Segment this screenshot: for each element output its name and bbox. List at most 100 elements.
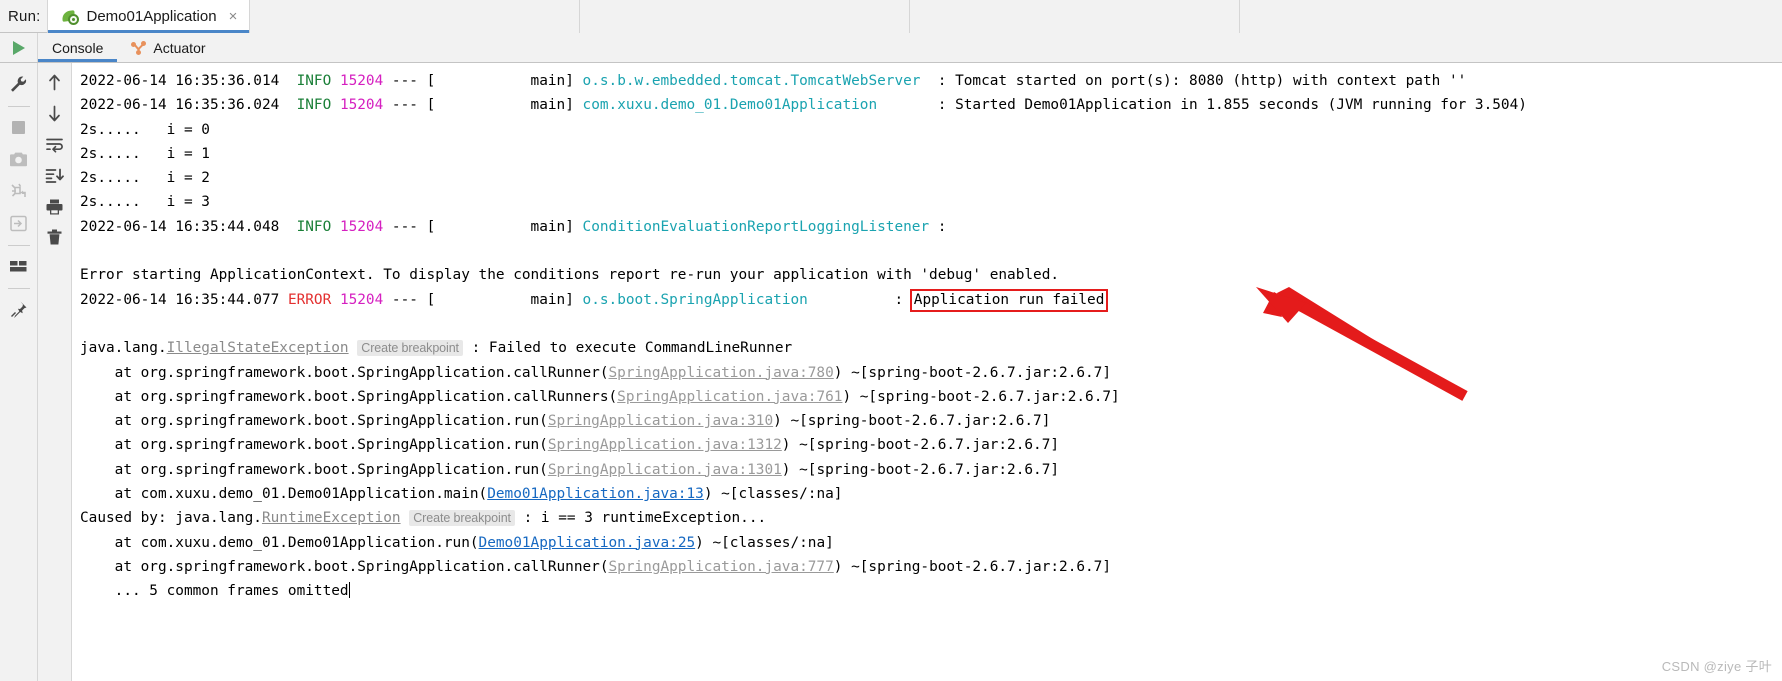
console-text: o.s.b.w.embedded.tomcat.TomcatWebServer: [582, 73, 921, 89]
highlighted-error-message: Application run failed: [909, 288, 1109, 312]
console-text: : Tomcat started on port(s): 8080 (http)…: [920, 73, 1467, 89]
print-icon[interactable]: [41, 191, 69, 222]
console-text: ) ~[spring-boot-2.6.7.jar:2.6.7]: [781, 437, 1060, 454]
sub-tab-list: Console Actuator: [38, 33, 220, 62]
console-text: at org.springframework.boot.SpringApplic…: [80, 437, 548, 454]
console-text: 15204: [339, 97, 384, 114]
console-text: 15204: [339, 291, 384, 308]
stack-trace-link[interactable]: SpringApplication.java:1312: [548, 437, 782, 453]
console-line: 2s..... i = 2: [80, 166, 1782, 190]
stop-icon: [4, 112, 34, 142]
stack-trace-link[interactable]: SpringApplication.java:310: [548, 413, 773, 429]
console-text: :: [929, 218, 947, 235]
console-text: Error starting ApplicationContext. To di…: [80, 267, 1060, 284]
stack-trace-link[interactable]: SpringApplication.java:761: [617, 389, 842, 405]
exception-class-link[interactable]: IllegalStateException: [167, 340, 349, 356]
console-text: 15204: [339, 218, 384, 235]
play-icon: [12, 40, 25, 55]
scroll-end-icon[interactable]: [41, 160, 69, 191]
console-text: at com.xuxu.demo_01.Demo01Application.ma…: [80, 486, 488, 503]
console-output[interactable]: 2022-06-14 16:35:36.014 INFO 15204 --- […: [72, 63, 1782, 681]
console-text: 2s..... i = 0: [80, 121, 210, 138]
console-text: INFO: [296, 73, 332, 89]
console-line: at com.xuxu.demo_01.Demo01Application.ma…: [80, 482, 1782, 506]
stack-trace-link[interactable]: SpringApplication.java:777: [609, 559, 834, 575]
console-text: --- [ main]: [383, 73, 583, 89]
console-text: at org.springframework.boot.SpringApplic…: [80, 413, 548, 430]
console-text: 2s..... i = 1: [80, 145, 210, 162]
down-arrow-icon[interactable]: [41, 98, 69, 129]
close-icon[interactable]: ×: [227, 9, 240, 24]
layout-icon[interactable]: [4, 251, 34, 281]
soft-wrap-icon[interactable]: [41, 129, 69, 160]
console-text: : i == 3 runtimeException...: [514, 510, 767, 527]
wrench-icon[interactable]: [4, 69, 34, 99]
run-tab-bar-slot: [580, 0, 911, 33]
console-text: o.s.boot.SpringApplication: [582, 291, 808, 308]
tab-console[interactable]: Console: [38, 33, 118, 62]
console-line: [80, 239, 1782, 263]
console-line: at org.springframework.boot.SpringApplic…: [80, 385, 1782, 409]
console-text: java.lang.: [80, 340, 167, 357]
exception-class-link[interactable]: RuntimeException: [262, 510, 401, 526]
console-text: --- [ main]: [383, 218, 583, 235]
console-text: ) ~[classes/:na]: [695, 534, 834, 551]
toolbar-divider: [7, 245, 30, 246]
console-line: ... 5 common frames omitted: [80, 579, 1782, 603]
stack-trace-link[interactable]: Demo01Application.java:13: [487, 486, 704, 502]
console-text: : Started Demo01Application in 1.855 sec…: [877, 97, 1527, 114]
console-text: INFO: [296, 97, 332, 114]
create-breakpoint-hint[interactable]: Create breakpoint: [409, 510, 515, 527]
run-tab-bar-slot: [1240, 0, 1782, 33]
stack-trace-link[interactable]: Demo01Application.java:25: [479, 535, 696, 551]
trash-icon[interactable]: [41, 222, 69, 253]
console-text: 2022-06-14 16:35:36.014: [80, 73, 297, 89]
console-line: at com.xuxu.demo_01.Demo01Application.ru…: [80, 531, 1782, 555]
console-line: java.lang.IllegalStateException Create b…: [80, 336, 1782, 360]
create-breakpoint-hint[interactable]: Create breakpoint: [357, 340, 463, 357]
console-line: at org.springframework.boot.SpringApplic…: [80, 409, 1782, 433]
console-tab-bar: Console Actuator: [0, 33, 1782, 63]
console-text: 2s..... i = 3: [80, 194, 210, 211]
console-text: ... 5 common frames omitted: [80, 583, 349, 600]
console-text: :: [807, 291, 912, 308]
console-text: 2022-06-14 16:35:36.024: [80, 97, 297, 114]
stack-trace-link[interactable]: SpringApplication.java:1301: [548, 462, 782, 478]
console-text: ) ~[spring-boot-2.6.7.jar:2.6.7]: [842, 388, 1120, 405]
console-line: Error starting ApplicationContext. To di…: [80, 263, 1782, 287]
tab-console-label: Console: [52, 39, 104, 56]
console-text: ) ~[spring-boot-2.6.7.jar:2.6.7]: [833, 558, 1112, 575]
run-tab-demo01application[interactable]: Demo01Application ×: [46, 0, 251, 33]
console-line: [80, 312, 1782, 336]
run-tab-bar-slot: [910, 0, 1241, 33]
pin-icon[interactable]: [4, 294, 34, 324]
tab-actuator[interactable]: Actuator: [117, 33, 219, 62]
camera-icon: [4, 144, 34, 174]
console-line: 2022-06-14 16:35:44.077 ERROR 15204 --- …: [80, 288, 1782, 312]
up-arrow-icon[interactable]: [41, 67, 69, 98]
toolbar-divider: [7, 106, 30, 107]
console-line: at org.springframework.boot.SpringApplic…: [80, 433, 1782, 457]
tab-actuator-label: Actuator: [153, 39, 206, 56]
rerun-button[interactable]: [0, 33, 38, 62]
actuator-icon: [131, 40, 147, 55]
exit-icon: [4, 208, 34, 238]
console-text: at org.springframework.boot.SpringApplic…: [80, 388, 618, 405]
run-tab-title: Demo01Application: [86, 7, 217, 25]
console-actions-toolbar: [38, 63, 72, 681]
console-text: 2022-06-14 16:35:44.077: [80, 291, 288, 308]
console-text: 2s..... i = 2: [80, 170, 210, 187]
console-line: at org.springframework.boot.SpringApplic…: [80, 361, 1782, 385]
console-text: at org.springframework.boot.SpringApplic…: [80, 461, 548, 478]
watermark: CSDN @ziye 子叶: [1661, 659, 1772, 674]
console-text: ) ~[spring-boot-2.6.7.jar:2.6.7]: [773, 413, 1051, 430]
stack-trace-link[interactable]: SpringApplication.java:780: [609, 365, 834, 381]
console-line: 2s..... i = 0: [80, 118, 1782, 142]
console-text: Caused by: java.lang.: [80, 510, 262, 527]
console-line: 2s..... i = 1: [80, 142, 1782, 166]
console-text: --- [ main]: [383, 291, 583, 308]
